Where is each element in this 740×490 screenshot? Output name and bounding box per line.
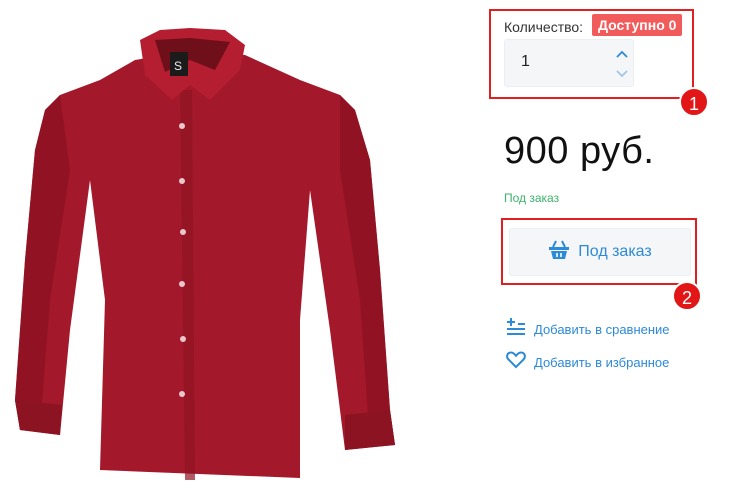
compare-icon (506, 318, 526, 341)
add-to-compare-link[interactable]: Добавить в сравнение (506, 318, 670, 341)
basket-icon (548, 240, 570, 265)
order-button-label: Под заказ (578, 243, 652, 260)
availability-badge: Доступно 0 (592, 14, 683, 36)
quantity-value[interactable]: 1 (521, 53, 530, 71)
chevron-down-icon[interactable] (615, 66, 629, 80)
svg-text:S: S (174, 59, 182, 73)
callout-marker-1: 1 (679, 87, 709, 117)
quantity-label: Количество: (504, 19, 584, 35)
heart-icon (506, 351, 526, 374)
add-to-compare-label: Добавить в сравнение (534, 322, 670, 337)
product-image: S (0, 0, 420, 490)
stock-status: Под заказ (504, 191, 560, 205)
add-to-favorites-label: Добавить в избранное (534, 355, 670, 370)
add-to-favorites-link[interactable]: Добавить в избранное (506, 351, 669, 374)
callout-marker-2: 2 (672, 281, 702, 311)
product-price: 900 руб. (504, 130, 655, 172)
chevron-up-icon[interactable] (615, 48, 629, 62)
order-button[interactable]: Под заказ (509, 228, 691, 276)
quantity-stepper[interactable]: 1 (504, 39, 634, 87)
shirt-illustration: S (15, 28, 395, 480)
quantity-block: Количество: Доступно 0 1 (489, 9, 694, 99)
